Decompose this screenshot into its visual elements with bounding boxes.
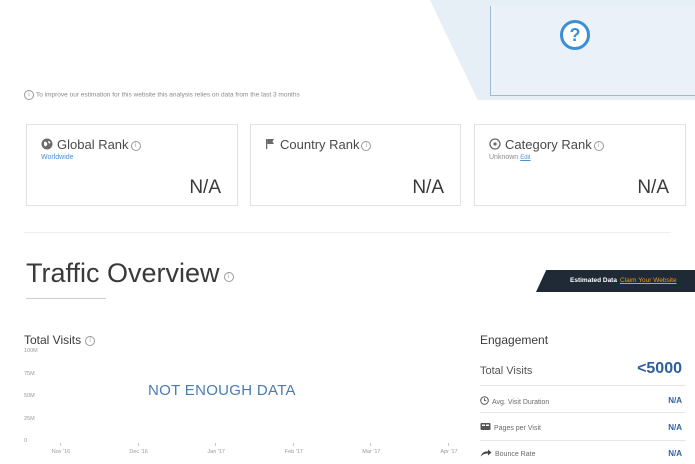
clock-icon <box>480 396 489 405</box>
pages-icon <box>480 423 491 430</box>
x-tick-mark <box>215 443 217 446</box>
edit-category-link[interactable]: Edit <box>520 155 530 161</box>
category-rank-title: Category Rank i <box>489 137 604 152</box>
y-tick-label: 0 <box>24 438 28 444</box>
avg-visit-duration-value: N/A <box>668 396 682 405</box>
estimation-note: i To improve our estimation for this webs… <box>24 90 300 100</box>
pages-per-visit-value: N/A <box>668 423 682 432</box>
info-icon[interactable]: i <box>85 335 96 346</box>
pages-per-visit-row: Pages per Visit N/A <box>480 414 686 441</box>
category-rank-label: Category Rank <box>505 137 592 152</box>
global-rank-subtitle: Worldwide <box>41 154 74 161</box>
x-tick-mark <box>292 443 294 446</box>
y-tick-label: 50M <box>24 393 35 399</box>
x-tick-mark <box>60 443 61 446</box>
engagement-title: Engagement <box>480 333 549 347</box>
bounce-rate-label: Bounce Rate <box>480 449 535 458</box>
avg-visit-duration-row: Avg. Visit Duration N/A <box>480 387 686 413</box>
country-rank-value: N/A <box>412 177 444 198</box>
x-tick-label: Jan '17 <box>207 449 225 455</box>
total-visits-value: <5000 <box>637 360 682 377</box>
y-tick-label: 100M <box>24 348 38 354</box>
info-icon: i <box>24 90 34 100</box>
category-rank-card: Category Rank i Unknown Edit N/A <box>474 124 686 206</box>
global-rank-label: Global Rank <box>57 137 129 152</box>
bounce-arrow-icon <box>480 449 492 457</box>
global-rank-value: N/A <box>189 177 221 198</box>
claim-website-link[interactable]: Claim Your Website <box>620 277 677 284</box>
estimated-data-label: Estimated Data <box>570 277 617 284</box>
traffic-overview-title: Traffic Overview i <box>26 258 234 289</box>
pages-per-visit-text: Pages per Visit <box>494 425 541 432</box>
globe-icon <box>41 138 53 150</box>
category-rank-subtitle: Unknown Edit <box>489 154 531 161</box>
global-rank-card: Global Rank i Worldwide N/A <box>26 124 238 206</box>
x-tick-mark <box>448 443 449 446</box>
category-rank-value: N/A <box>637 177 669 198</box>
bounce-rate-text: Bounce Rate <box>495 451 536 458</box>
avg-visit-duration-text: Avg. Visit Duration <box>492 399 550 406</box>
category-icon <box>489 138 501 150</box>
pages-per-visit-label: Pages per Visit <box>480 422 541 432</box>
estimated-data-banner: Estimated Data Claim Your Website <box>536 270 695 292</box>
y-tick-label: 25M <box>24 415 35 422</box>
country-rank-card: Country Rank i N/A <box>250 124 461 206</box>
question-mark-icon: ? <box>560 20 590 50</box>
hero-card <box>490 6 695 96</box>
x-tick-label: Mar '17 <box>362 449 381 455</box>
bounce-rate-value: N/A <box>668 449 682 458</box>
info-icon[interactable]: i <box>361 140 372 151</box>
info-icon[interactable]: i <box>223 272 234 282</box>
x-tick-label: Nov '16 <box>51 449 71 455</box>
global-rank-title: Global Rank i <box>41 137 141 152</box>
info-icon[interactable]: i <box>593 140 604 151</box>
flag-icon <box>266 139 274 149</box>
x-tick-label: Feb '17 <box>284 449 303 455</box>
not-enough-data-label: NOT ENOUGH DATA <box>148 382 296 399</box>
country-rank-title: Country Rank i <box>265 137 372 152</box>
traffic-overview-label: Traffic Overview <box>26 258 220 288</box>
estimation-note-text: To improve our estimation for this websi… <box>36 91 300 99</box>
x-tick-label: Apr '17 <box>440 449 458 455</box>
total-visits-row: Total Visits <5000 <box>480 356 686 386</box>
title-underline <box>26 298 106 299</box>
x-tick-label: Dec '16 <box>129 449 148 455</box>
total-visits-chart-label: Total Visits <box>24 333 82 347</box>
y-tick-label: 75M <box>24 370 35 377</box>
total-visits-chart-title: Total Visits i <box>24 333 96 347</box>
section-divider <box>24 232 671 233</box>
x-tick-mark <box>370 443 372 446</box>
total-visits-label: Total Visits <box>480 365 533 377</box>
category-rank-unknown: Unknown <box>489 154 519 161</box>
country-rank-label: Country Rank <box>280 137 360 152</box>
bounce-rate-row: Bounce Rate N/A <box>480 442 686 464</box>
info-icon[interactable]: i <box>130 140 141 151</box>
avg-visit-duration-label: Avg. Visit Duration <box>480 396 549 406</box>
x-tick-mark <box>137 443 139 446</box>
